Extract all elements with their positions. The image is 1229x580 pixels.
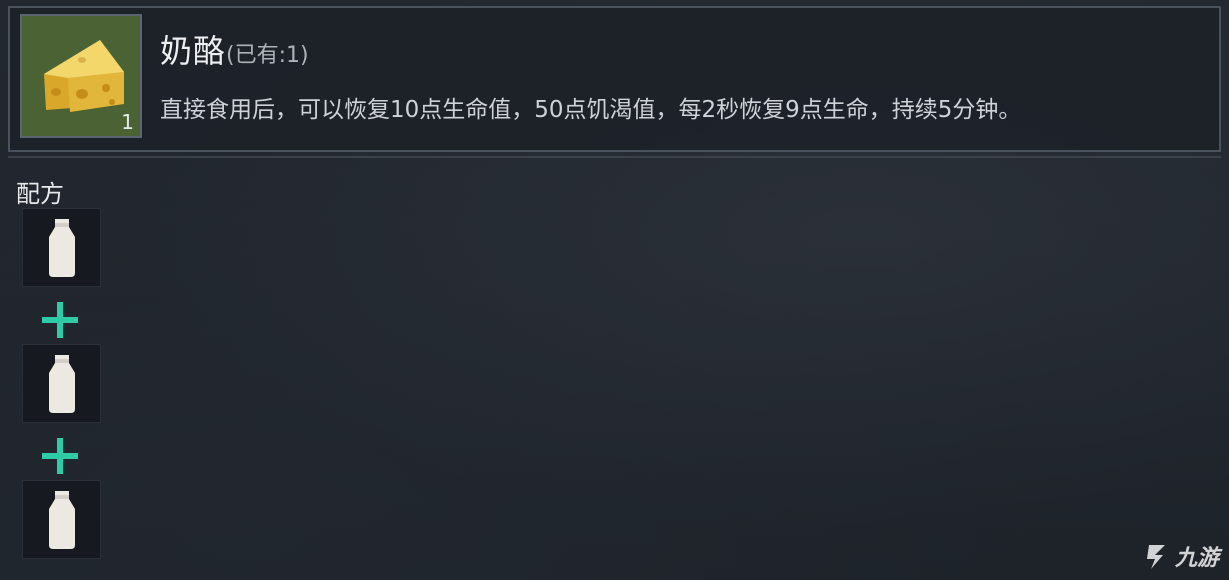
owned-count: (已有:1) [226, 43, 309, 68]
recipe-title: 配方 [16, 180, 64, 208]
cheese-icon [44, 40, 124, 112]
watermark-text: 九游 [1174, 546, 1219, 571]
ingredient-slot-3[interactable] [22, 480, 101, 559]
item-detail-panel: 1 奶酪(已有:1) 直接食用后，可以恢复10点生命值，50点饥渴值，每2秒恢复… [8, 6, 1221, 152]
item-name-text: 奶酪 [160, 32, 227, 70]
ingredient-slot-1[interactable] [22, 208, 101, 287]
ingredient-slot-2[interactable] [22, 344, 101, 423]
milk-bottle-icon [49, 355, 75, 413]
item-count: 1 [121, 110, 134, 134]
milk-bottle-icon [49, 491, 75, 549]
nine-game-logo-icon [1146, 545, 1165, 569]
watermark: 九游 [1141, 540, 1219, 572]
divider [8, 156, 1221, 158]
item-description: 直接食用后，可以恢复10点生命值，50点饥渴值，每2秒恢复9点生命，持续5分钟。 [160, 97, 1022, 123]
plus-icon [42, 438, 78, 474]
item-slot[interactable]: 1 [20, 14, 142, 138]
milk-bottle-icon [49, 219, 75, 277]
plus-icon [42, 302, 78, 338]
item-name: 奶酪(已有:1) [160, 26, 309, 72]
